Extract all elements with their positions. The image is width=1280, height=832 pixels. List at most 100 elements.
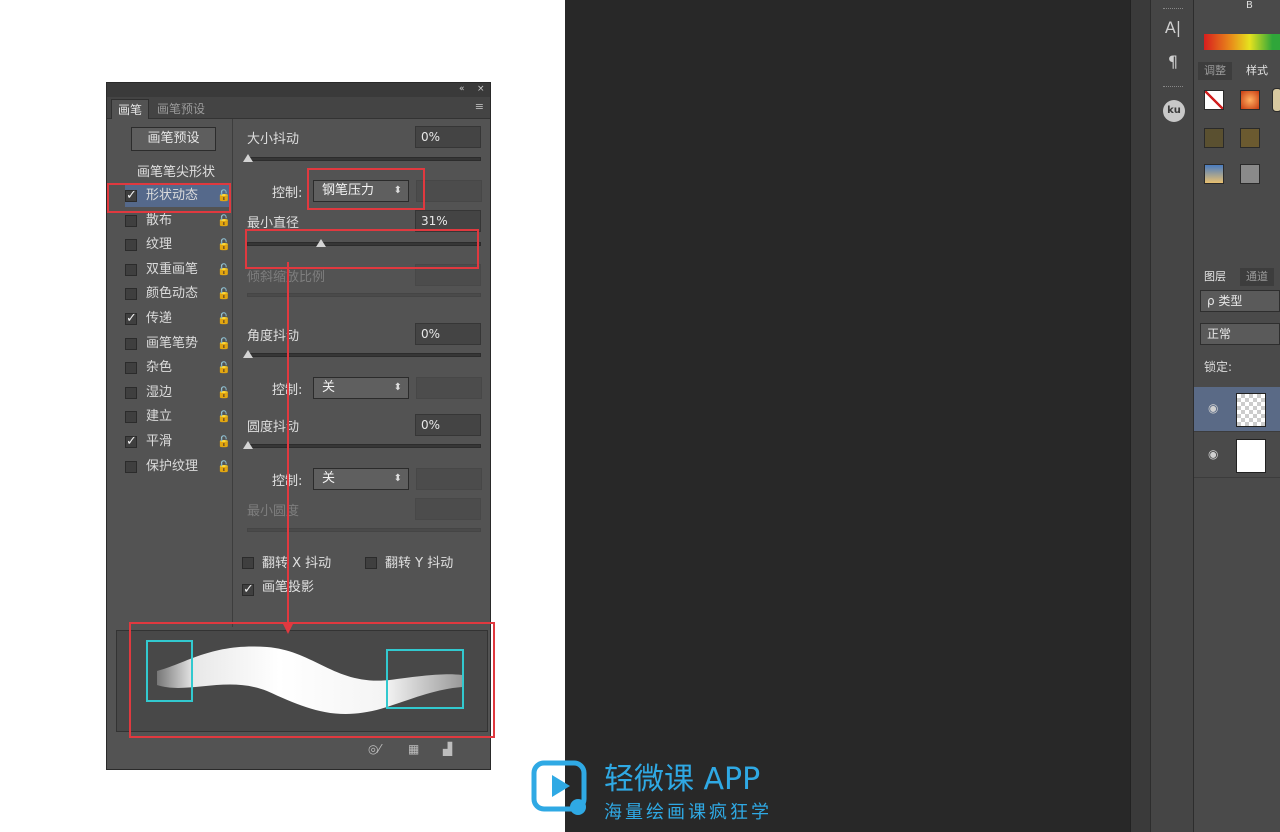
brush-option-item[interactable]: 双重画笔 🔓 — [125, 259, 231, 281]
grid-icon[interactable]: ▦ — [408, 742, 419, 756]
angle-jitter-label: 角度抖动 — [247, 329, 300, 344]
option-label: 传递 — [146, 311, 173, 326]
style-swatch[interactable] — [1204, 128, 1224, 148]
option-checkbox[interactable] — [125, 263, 137, 276]
panel-bottom-toolbar: ◎⁄ ▦ ▟ — [106, 738, 491, 760]
option-label: 平滑 — [146, 434, 173, 449]
highlight-pen-pressure — [307, 168, 425, 210]
tab-styles[interactable]: 样式 — [1240, 62, 1274, 80]
grip-handle[interactable] — [1163, 86, 1183, 89]
option-label: 保护纹理 — [146, 458, 199, 474]
brush-option-item[interactable]: 杂色 🔓 — [125, 357, 231, 379]
style-swatch[interactable] — [1272, 88, 1280, 112]
option-checkbox[interactable] — [125, 460, 137, 473]
flip-y-label: 翻转 Y 抖动 — [385, 556, 454, 571]
tab-layers[interactable]: 图层 — [1198, 268, 1232, 286]
style-swatch[interactable] — [1240, 164, 1260, 184]
toggle-visibility-icon[interactable]: ◎⁄ — [368, 742, 380, 756]
option-label: 双重画笔 — [146, 261, 199, 277]
tab-brush-presets[interactable]: 画笔预设 — [151, 99, 211, 119]
option-checkbox[interactable]: ✓ — [125, 435, 137, 448]
ku-plugin-icon[interactable]: ku — [1163, 100, 1185, 122]
tilt-scale-slider — [247, 293, 481, 297]
panel-menu-icon[interactable]: ≡ — [475, 100, 484, 113]
brush-option-item[interactable]: 画笔笔势 🔓 — [125, 333, 231, 355]
angle-control-value: 关 — [322, 380, 336, 395]
style-none-swatch[interactable] — [1204, 90, 1224, 110]
unlock-icon[interactable]: 🔓 — [217, 234, 231, 256]
tab-brush[interactable]: 画笔 — [111, 99, 150, 119]
panel-tabbar: 画笔 画笔预设 ≡ — [107, 97, 490, 119]
unlock-icon[interactable]: 🔓 — [217, 283, 231, 305]
option-checkbox[interactable] — [125, 337, 137, 350]
unlock-icon[interactable]: 🔓 — [217, 456, 231, 478]
slider-thumb[interactable] — [243, 350, 253, 358]
slider-thumb[interactable] — [243, 154, 253, 162]
brush-option-item[interactable]: ✓ 平滑 🔓 — [125, 431, 231, 453]
watermark-title: 轻微课 APP — [604, 762, 761, 797]
unlock-icon[interactable]: 🔓 — [217, 333, 231, 355]
option-label: 杂色 — [146, 360, 173, 376]
flip-y-box[interactable] — [365, 557, 377, 569]
flip-x-box[interactable] — [242, 557, 254, 569]
layer-row[interactable]: ◉ — [1194, 433, 1280, 478]
annotation-arrow-head — [283, 624, 293, 634]
grip-handle[interactable] — [1163, 8, 1183, 11]
option-checkbox[interactable] — [125, 239, 137, 252]
eye-icon[interactable]: ◉ — [1208, 401, 1218, 415]
brush-option-item[interactable]: 颜色动态 🔓 — [125, 283, 231, 305]
roundness-jitter-value[interactable]: 0% — [415, 414, 481, 436]
layer-kind-filter[interactable]: ρ 类型 — [1200, 290, 1280, 312]
option-label: 画笔笔势 — [146, 335, 199, 351]
collapse-icon[interactable]: « — [459, 84, 465, 94]
new-brush-icon[interactable]: ▟ — [443, 742, 452, 756]
color-spectrum[interactable] — [1204, 34, 1280, 50]
close-icon[interactable]: × — [477, 84, 485, 94]
size-jitter-slider[interactable] — [243, 154, 481, 162]
option-checkbox[interactable] — [125, 288, 137, 301]
style-swatch[interactable] — [1240, 128, 1260, 148]
panel-titlebar: « × — [107, 83, 490, 97]
brush-option-item[interactable]: 纹理 🔓 — [125, 234, 231, 256]
unlock-icon[interactable]: 🔓 — [217, 382, 231, 404]
unlock-icon[interactable]: 🔓 — [217, 431, 231, 453]
eye-icon[interactable]: ◉ — [1208, 447, 1218, 461]
slider-thumb[interactable] — [243, 441, 253, 449]
unlock-icon[interactable]: 🔓 — [217, 259, 231, 281]
flip-y-checkbox[interactable]: 翻转 Y 抖动 — [365, 552, 453, 571]
layer-row[interactable]: ◉ — [1194, 387, 1280, 432]
roundness-control-select[interactable]: 关 ⬍ — [313, 468, 409, 490]
brush-tip-shape-item[interactable]: 画笔笔尖形状 — [137, 161, 215, 180]
angle-jitter-slider[interactable] — [243, 350, 481, 358]
roundness-jitter-slider[interactable] — [243, 441, 481, 449]
brush-option-item[interactable]: 保护纹理 🔓 — [125, 456, 231, 478]
option-checkbox[interactable] — [125, 214, 137, 227]
brush-projection-box[interactable]: ✓ — [242, 583, 254, 596]
unlock-icon[interactable]: 🔓 — [217, 308, 231, 330]
unlock-icon[interactable]: 🔓 — [217, 357, 231, 379]
angle-control-select[interactable]: 关 ⬍ — [313, 377, 409, 399]
brush-projection-checkbox[interactable]: ✓画笔投影 — [242, 576, 314, 596]
angle-jitter-value[interactable]: 0% — [415, 323, 481, 345]
brush-presets-button[interactable]: 画笔预设 — [131, 127, 216, 151]
size-jitter-value[interactable]: 0% — [415, 126, 481, 148]
brush-option-item[interactable]: 建立 🔓 — [125, 406, 231, 428]
blend-mode-select[interactable]: 正常 — [1200, 323, 1280, 345]
option-checkbox[interactable] — [125, 411, 137, 424]
brush-option-item[interactable]: 湿边 🔓 — [125, 382, 231, 404]
unlock-icon[interactable]: 🔓 — [217, 406, 231, 428]
annotation-arrow — [287, 262, 289, 630]
style-swatch[interactable] — [1240, 90, 1260, 110]
option-checkbox[interactable] — [125, 386, 137, 399]
lock-label: 锁定: — [1204, 360, 1233, 374]
style-swatch[interactable] — [1204, 164, 1224, 184]
option-checkbox[interactable]: ✓ — [125, 312, 137, 325]
character-panel-icon[interactable]: A| — [1151, 18, 1195, 37]
tab-adjustments[interactable]: 调整 — [1198, 62, 1232, 80]
paragraph-panel-icon[interactable]: ¶ — [1151, 52, 1195, 71]
select-arrow-icon: ⬍ — [393, 473, 402, 484]
brush-option-item[interactable]: ✓ 传递 🔓 — [125, 308, 231, 330]
option-checkbox[interactable] — [125, 362, 137, 375]
min-roundness-label: 最小圆度 — [247, 504, 300, 519]
tab-channels[interactable]: 通道 — [1240, 268, 1274, 286]
